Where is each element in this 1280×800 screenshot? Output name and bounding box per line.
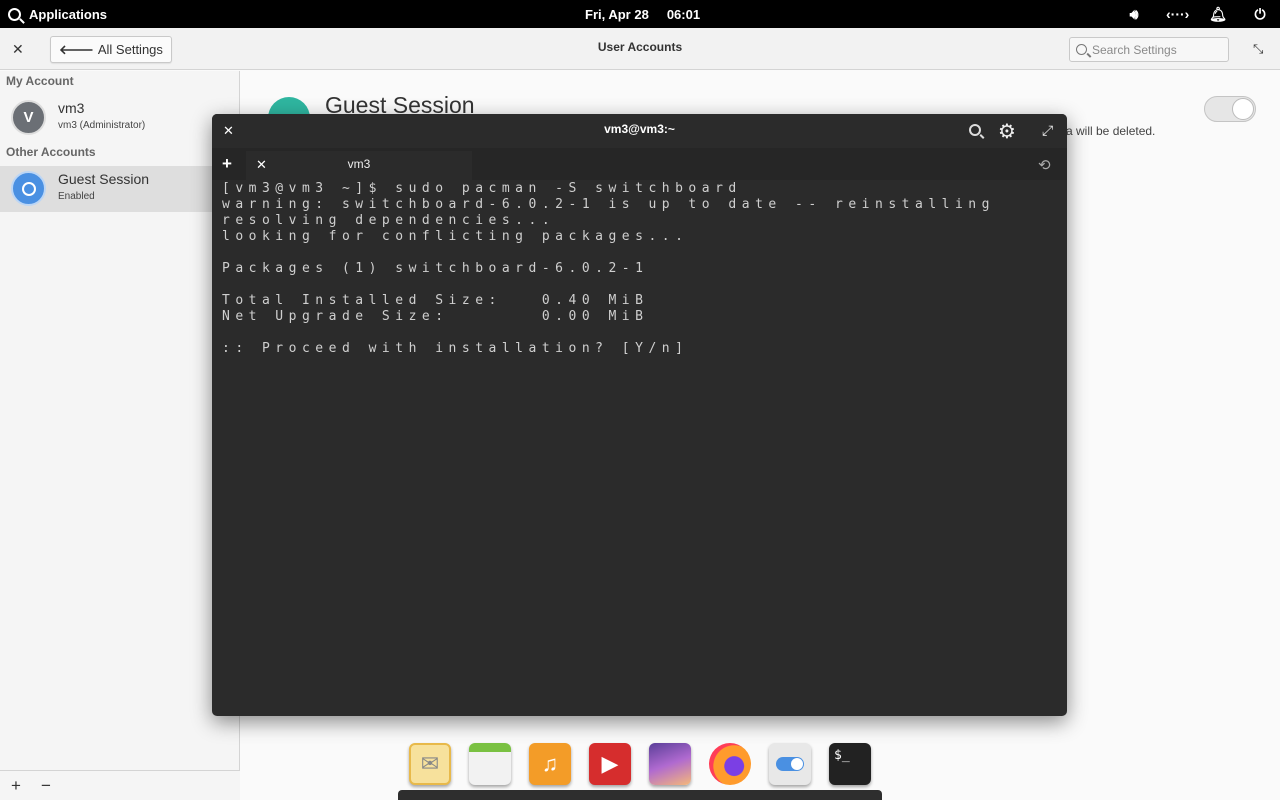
terminal-headerbar: ✕ vm3@vm3:~ ⚙ ⤢ [212,114,1067,148]
network-icon[interactable]: ‹···› [1166,6,1189,22]
tab-label: vm3 [347,157,371,171]
account-role: vm3 (Administrator) [58,120,146,131]
account-name: Guest Session [58,171,150,187]
settings-app-icon[interactable] [769,743,811,785]
terminal-tabbar: + ✕ vm3 ⟲ [212,148,1067,180]
guest-session-switch[interactable] [1204,96,1256,122]
dock-shelf [398,790,882,800]
firefox-app-icon[interactable] [709,743,751,785]
close-icon[interactable]: ✕ [223,123,234,139]
close-icon[interactable]: ✕ [12,41,24,58]
terminal-line: Net Upgrade Size: 0.00 MiB [222,309,649,324]
system-tray: 🔊︎ ‹···› 🔔︎ ⏻ [1124,0,1270,28]
maximize-icon[interactable]: ⤢ [1042,122,1053,139]
account-item-guest-session[interactable]: Guest Session Enabled [0,166,240,212]
search-settings-field[interactable] [1069,37,1229,62]
volume-icon[interactable]: 🔊︎ [1124,6,1144,23]
terminal-line: resolving dependencies... [222,213,556,228]
new-tab-button[interactable]: + [222,154,232,174]
datetime-indicator[interactable]: Fri, Apr 28 06:01 [585,0,700,28]
search-settings-input[interactable] [1092,42,1217,57]
history-icon[interactable]: ⟲ [1038,156,1051,174]
tab-vm3[interactable]: ✕ vm3 [246,151,472,180]
add-account-button[interactable]: + [11,776,21,796]
terminal-line: :: Proceed with installation? [Y/n] [222,341,689,356]
my-account-header: My Account [6,74,74,88]
calendar-app-icon[interactable] [469,743,511,785]
search-icon [1076,44,1087,55]
terminal-window[interactable]: ✕ vm3@vm3:~ ⚙ ⤢ + ✕ vm3 ⟲ [vm3@vm3 ~]$ s… [212,114,1067,716]
top-panel: Applications Fri, Apr 28 06:01 🔊︎ ‹···› … [0,0,1280,28]
guest-avatar-icon [11,171,46,206]
settings-headerbar: ✕ 🡐 All Settings User Accounts ⤡ [0,28,1280,70]
date-label: Fri, Apr 28 [585,6,649,22]
power-icon[interactable]: ⏻ [1250,6,1270,23]
applications-label: Applications [29,6,108,22]
search-icon[interactable] [969,124,981,136]
terminal-line: [vm3@vm3 ~]$ sudo pacman -S switchboard [222,181,742,196]
back-arrow-icon: 🡐 [59,41,94,57]
mail-app-icon[interactable]: ✉ [409,743,451,785]
restore-icon[interactable]: ⤡ [1253,41,1263,57]
videos-app-icon[interactable]: ▶ [589,743,631,785]
switch-knob [1232,98,1254,120]
dock: ✉ ♫ ▶ $_ [398,733,882,800]
terminal-line: Total Installed Size: 0.40 MiB [222,293,649,308]
search-icon [8,7,21,21]
terminal-app-icon[interactable]: $_ [829,743,871,785]
guest-session-description: a will be deleted. [1066,124,1156,138]
account-name: vm3 [58,100,85,116]
all-settings-button[interactable]: 🡐 All Settings [50,36,172,63]
terminal-output[interactable]: [vm3@vm3 ~]$ sudo pacman -S switchboard w… [222,181,1062,701]
accounts-sidebar: My Account V vm3 vm3 (Administrator) Oth… [0,71,240,800]
gear-icon[interactable]: ⚙ [998,119,1016,144]
terminal-line: warning: switchboard-6.0.2-1 is up to da… [222,197,995,212]
other-accounts-header: Other Accounts [6,145,96,159]
photos-app-icon[interactable] [649,743,691,785]
applications-menu[interactable]: Applications [8,0,107,28]
account-item-vm3[interactable]: V vm3 vm3 (Administrator) [0,95,240,141]
notifications-icon[interactable]: 🔔︎ [1208,6,1228,23]
all-settings-label: All Settings [97,42,163,57]
sidebar-actionbar: + − [0,770,240,800]
music-app-icon[interactable]: ♫ [529,743,571,785]
terminal-line: looking for conflicting packages... [222,229,689,244]
remove-account-button[interactable]: − [41,776,51,796]
terminal-title: vm3@vm3:~ [604,122,675,136]
time-label: 06:01 [666,6,701,22]
account-status: Enabled [58,191,95,202]
avatar: V [11,100,46,135]
terminal-line: Packages (1) switchboard-6.0.2-1 [222,261,649,276]
